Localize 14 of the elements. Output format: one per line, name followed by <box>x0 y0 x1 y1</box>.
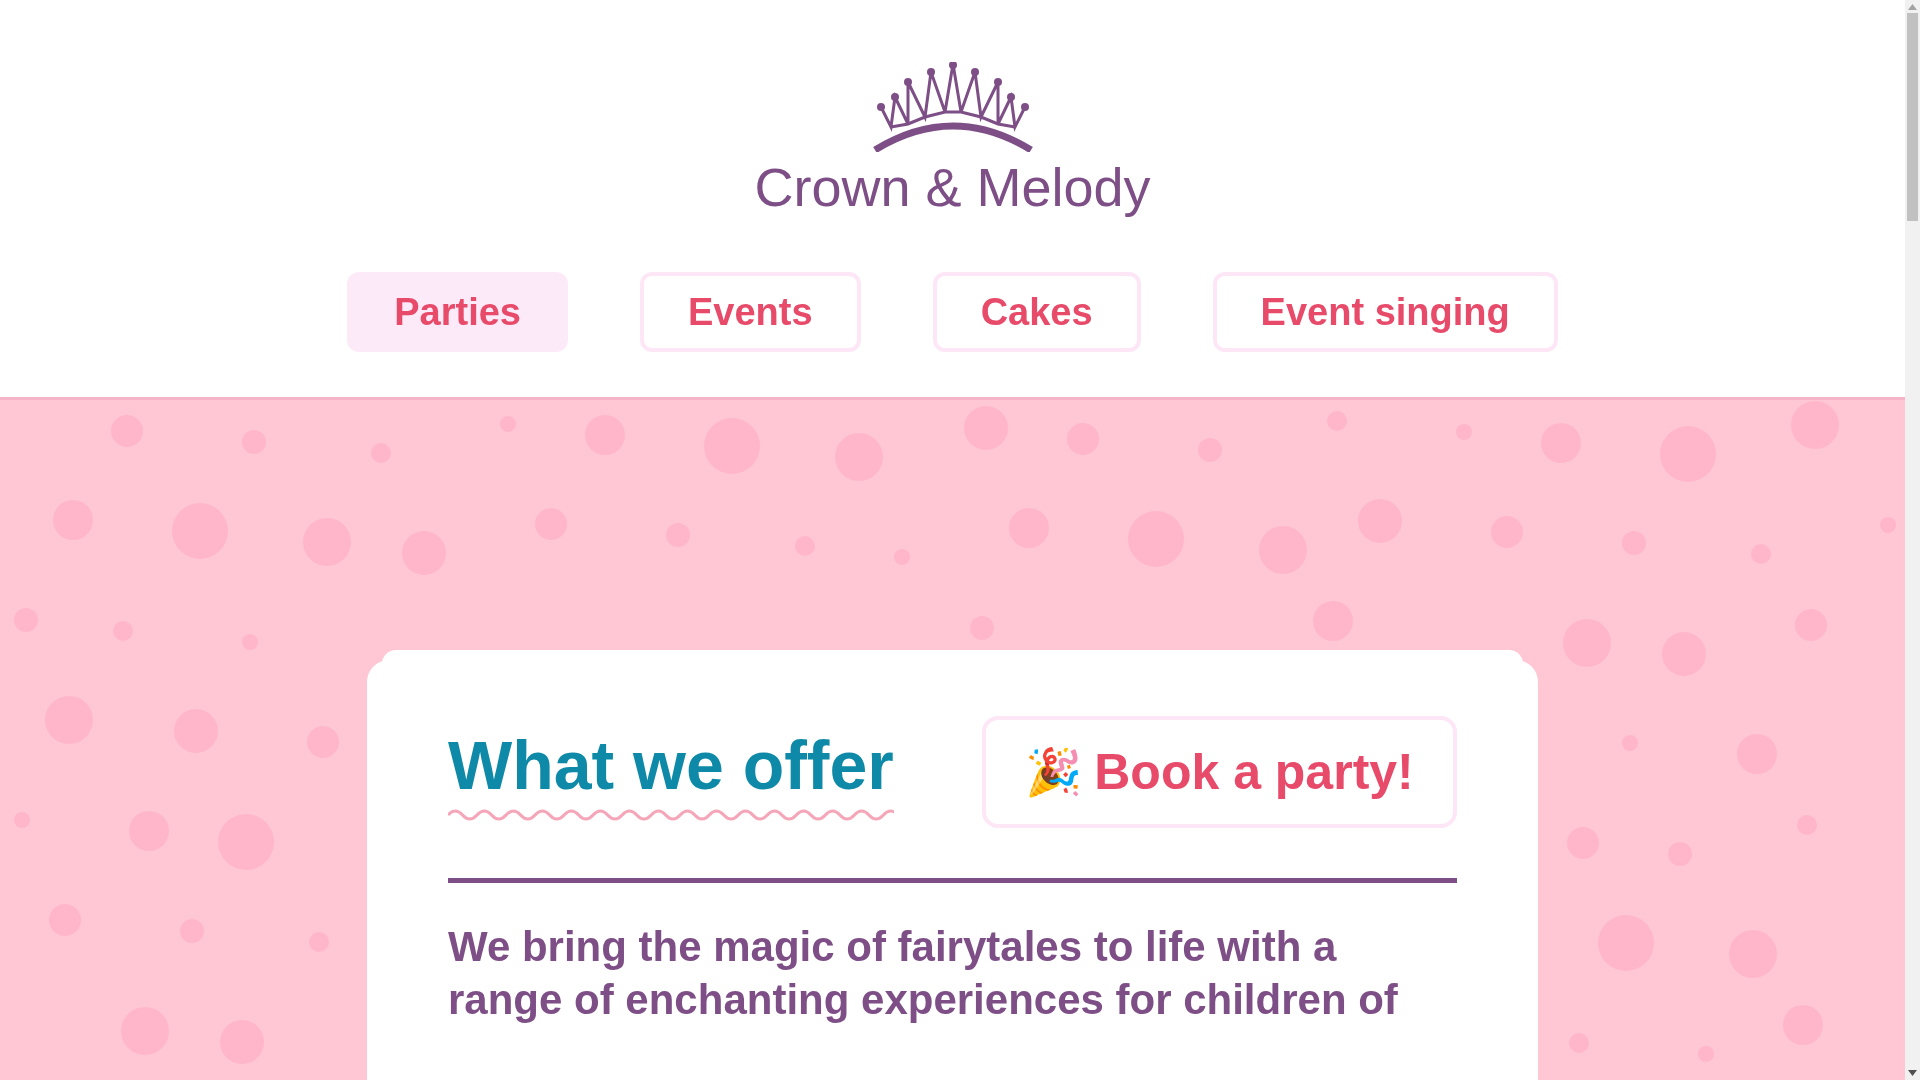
party-popper-icon: 🎉 <box>1025 737 1083 807</box>
scroll-down-arrow-icon[interactable] <box>1908 1070 1917 1076</box>
nav-tab[interactable]: Events <box>640 272 861 352</box>
nav-tab[interactable]: Cakes <box>932 272 1141 352</box>
button-label: Book a party! <box>1094 742 1414 802</box>
scroll-up-arrow-icon[interactable] <box>1908 4 1917 10</box>
crown-icon <box>872 62 1033 152</box>
nav-tab[interactable]: Event singing <box>1212 272 1558 352</box>
scrollbar[interactable] <box>1905 0 1920 1080</box>
section-heading: What we offer <box>448 725 894 805</box>
scrollbar-thumb[interactable] <box>1907 13 1918 221</box>
intro-paragraph: We bring the magic of fairytales to life with a range of enchanting experiences for children of <box>448 922 1399 1025</box>
book-party-button[interactable]: 🎉 Book a party! <box>982 716 1457 828</box>
nav-tab[interactable]: Parties <box>347 272 568 352</box>
